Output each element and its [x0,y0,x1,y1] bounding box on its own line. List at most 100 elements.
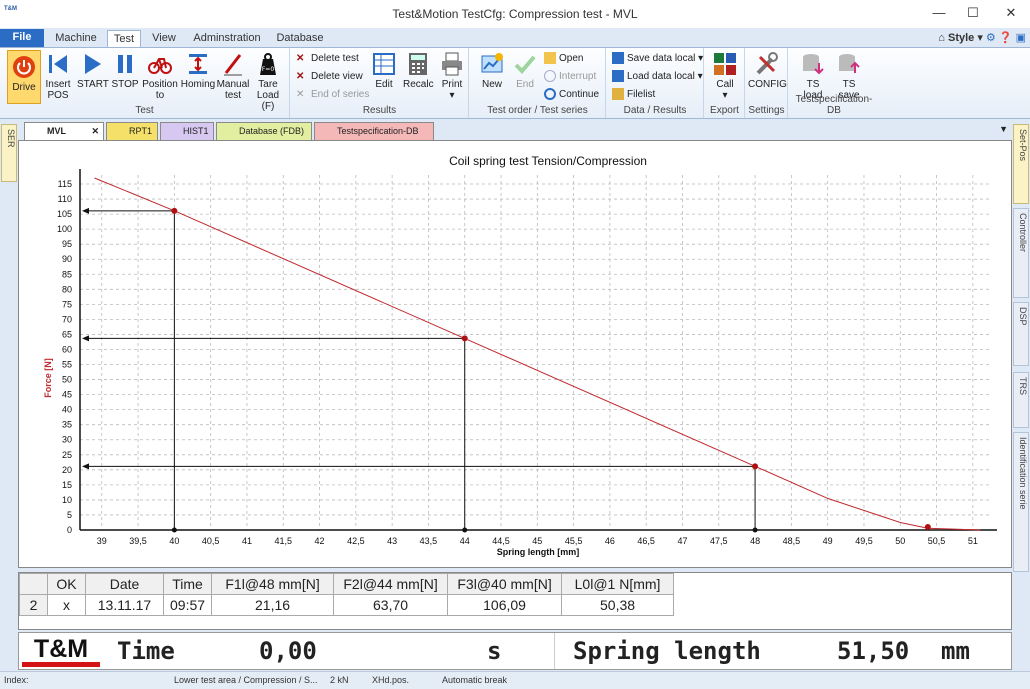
load-data-local-button[interactable]: Load data local ▾ [612,70,703,86]
x-tick-label: 50 [895,536,905,546]
group-results-label: Results [362,105,397,116]
data-point [461,335,468,342]
status-break: Automatic break [442,675,508,685]
new-button[interactable]: New [476,51,508,90]
group-export: Call ▾ Export [705,48,745,118]
maximize-button[interactable]: ☐ [958,2,988,24]
doc-tab-mvl[interactable]: MVL ✕ [24,122,104,140]
x-tick-label: 39,5 [129,536,147,546]
svg-text:F=0: F=0 [262,66,274,73]
hist1-label: HIST1 [183,126,209,136]
load-data-label: Load data local [627,71,695,82]
checkmark-icon [514,55,536,74]
doc-tab-rpt1[interactable]: RPT1 [106,122,158,140]
print-button[interactable]: Print ▾ [437,51,467,101]
tab-view[interactable]: View [148,30,180,48]
end-button[interactable]: End [510,51,540,90]
table-edit-icon [373,53,395,75]
table-row[interactable]: 2 x 13.11.17 09:57 21,16 63,70 106,09 50… [19,594,675,616]
position-to-button[interactable]: Position to [142,51,178,101]
homing-button[interactable]: Homing [180,51,216,90]
tab-administration[interactable]: Adminstration [190,30,264,48]
tare-load-button[interactable]: F=0 Tare Load (F) [250,51,286,112]
save-data-local-button[interactable]: Save data local ▾ [612,52,703,68]
status-area: Lower test area / Compression / S... [174,675,318,685]
table-header: F3l@40 mm[N] [447,573,563,595]
y-tick-label: 115 [58,179,72,189]
side-tab-set-pos[interactable]: Set-Pos [1013,124,1029,204]
x-tick-label: 48,5 [783,536,801,546]
drive-button[interactable]: Drive [7,50,41,104]
start-button[interactable]: START [77,51,109,90]
group-data-label: Data / Results [623,105,687,116]
end-of-series-button[interactable]: ✕ End of series [296,88,369,104]
side-tab-trs[interactable]: TRS [1013,372,1029,428]
tab-test[interactable]: Test [107,30,141,48]
filelist-icon [612,88,624,101]
doc-tab-testspec[interactable]: Testspecification-DB [314,122,434,140]
x-tick-label: 45,5 [565,536,583,546]
close-icon[interactable]: ✕ [91,123,99,140]
edit-button[interactable]: Edit [369,51,399,90]
chart-grid [80,175,991,531]
table-cell: 21,16 [211,594,335,616]
close-button[interactable]: ✕ [996,2,1026,24]
recalc-button[interactable]: Recalc [403,51,434,90]
rpt1-label: RPT1 [129,126,153,136]
filelist-button[interactable]: Filelist [612,88,655,104]
minimize-button[interactable]: — [924,2,954,24]
y-axis-label: Force [N] [43,358,53,398]
time-unit: s [487,637,502,665]
live-display: T&M Time 0,00 s Spring length 51,50 mm [18,632,1012,670]
side-tab-controller[interactable]: Controller [1013,208,1029,298]
open-label: Open [559,53,584,64]
tab-machine[interactable]: Machine [52,30,100,48]
mvl-label: MVL [47,126,66,136]
x-tick-label: 47,5 [710,536,728,546]
open-button[interactable]: Open [544,52,583,68]
x-tick-label: 49,5 [855,536,873,546]
interrupt-button[interactable]: Interrupt [544,70,596,86]
group-settings-label: Settings [748,105,785,116]
tab-file[interactable]: File [0,29,44,47]
pause-icon [118,55,132,73]
data-point [752,463,759,470]
load-icon [612,70,624,83]
call-label: Call [716,79,734,90]
end-of-series-label: End of series [311,89,370,100]
call-button[interactable]: Call ▾ [709,51,741,101]
x-tick-label: 43 [387,536,397,546]
identification-label: Identification serie [1018,437,1028,510]
filelist-label: Filelist [627,89,656,100]
y-tick-label: 55 [62,360,72,370]
style-menu[interactable]: ⌂ Style ▾ ⚙ ❓ ▣ [938,31,1026,44]
manual-test-button[interactable]: Manual test [216,51,250,101]
stop-button[interactable]: STOP [110,51,140,90]
side-tab-identification[interactable]: Identification serie [1013,432,1029,572]
insert-pos-button[interactable]: Insert POS [43,51,73,101]
x-tick-label: 45 [532,536,542,546]
time-label: Time [117,637,175,665]
calculator-icon [409,53,427,75]
delete-test-button[interactable]: ✕ Delete test [296,52,359,68]
style-icon: ⌂ [938,32,945,44]
tab-database[interactable]: Database [272,30,328,48]
continue-button[interactable]: Continue [544,88,599,104]
info-icon[interactable]: ⚙ ❓ ▣ [986,32,1026,44]
group-test-label: Test [135,105,154,116]
y-tick-label: 20 [62,465,72,475]
status-load: 2 kN [330,675,349,685]
side-tab-dsp[interactable]: DSP [1013,302,1029,366]
y-tick-label: 40 [62,405,72,415]
x-tick-label: 51 [968,536,978,546]
doc-tab-database[interactable]: Database (FDB) [216,122,312,140]
table-header: F2l@44 mm[N] [333,573,449,595]
side-tab-ser[interactable]: SER [1,124,17,182]
insert-pos-label: Insert POS [45,79,71,101]
y-tick-label: 85 [62,269,72,279]
manual-test-label: Manual test [216,79,250,101]
doc-tab-hist1[interactable]: HIST1 [160,122,214,140]
delete-view-button[interactable]: ✕ Delete view [296,70,363,86]
config-button[interactable]: CONFIG [748,51,787,90]
tabs-dropdown-icon[interactable]: ▼ [999,124,1008,134]
